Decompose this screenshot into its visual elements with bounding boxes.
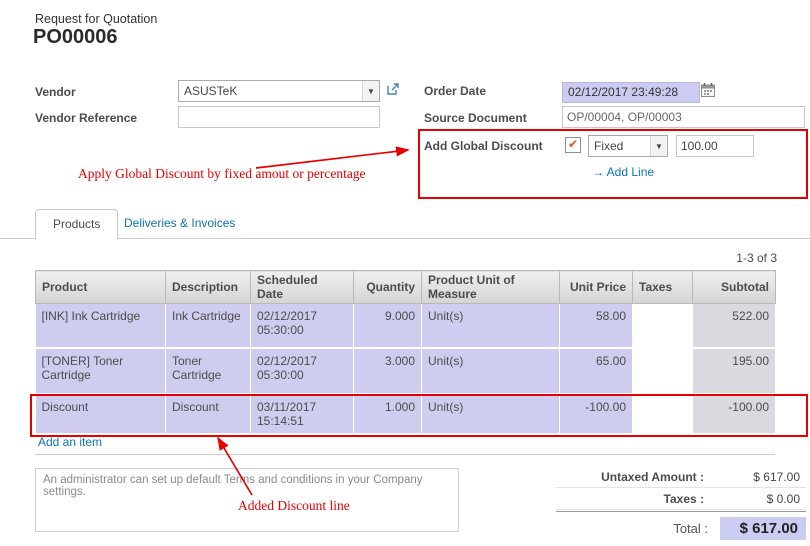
totals-panel: Untaxed Amount : $ 617.00 Taxes : $ 0.00… (556, 466, 806, 544)
global-discount-checkbox[interactable]: ✔ (565, 137, 581, 153)
cell-quantity[interactable]: 1.000 (354, 394, 422, 434)
vendor-reference-input[interactable] (178, 106, 380, 128)
annotation-text-global-discount: Apply Global Discount by fixed amout or … (78, 166, 366, 182)
cell-product[interactable]: [TONER] Toner Cartridge (36, 348, 166, 394)
check-icon: ✔ (568, 137, 578, 151)
total-row: Total : $ 617.00 (556, 511, 806, 544)
chevron-down-icon: ▼ (650, 136, 667, 156)
col-scheduled-date[interactable]: Scheduled Date (251, 271, 354, 304)
order-lines-table: Product Description Scheduled Date Quant… (35, 270, 776, 435)
chevron-down-icon: ▼ (362, 81, 379, 101)
cell-uom[interactable]: Unit(s) (422, 394, 560, 434)
add-an-item-link[interactable]: Add an item (38, 435, 102, 449)
cell-scheduled-date[interactable]: 02/12/2017 05:30:00 (251, 348, 354, 394)
discount-amount-input[interactable] (676, 135, 754, 157)
table-row-discount[interactable]: Discount Discount 03/11/2017 15:14:51 1.… (36, 394, 776, 434)
cell-taxes[interactable] (633, 304, 693, 348)
cell-subtotal[interactable]: 195.00 (693, 348, 776, 394)
global-discount-label: Add Global Discount (424, 139, 543, 153)
source-document-input[interactable] (562, 106, 805, 128)
discount-type-value: Fixed (589, 139, 650, 153)
cell-quantity[interactable]: 9.000 (354, 304, 422, 348)
table-row[interactable]: [INK] Ink Cartridge Ink Cartridge 02/12/… (36, 304, 776, 348)
col-uom[interactable]: Product Unit of Measure (422, 271, 560, 304)
cell-unit-price[interactable]: -100.00 (560, 394, 633, 434)
col-quantity[interactable]: Quantity (354, 271, 422, 304)
add-line-label: Add Line (607, 165, 654, 179)
untaxed-row: Untaxed Amount : $ 617.00 (556, 466, 806, 488)
cell-scheduled-date[interactable]: 02/12/2017 05:30:00 (251, 304, 354, 348)
taxes-label: Taxes : (556, 492, 716, 506)
table-header-row: Product Description Scheduled Date Quant… (36, 271, 776, 304)
col-product[interactable]: Product (36, 271, 166, 304)
cell-uom[interactable]: Unit(s) (422, 348, 560, 394)
total-label: Total : (556, 521, 720, 536)
table-row[interactable]: [TONER] Toner Cartridge Toner Cartridge … (36, 348, 776, 394)
tab-divider (0, 238, 810, 239)
total-value: $ 617.00 (720, 517, 806, 540)
cell-unit-price[interactable]: 65.00 (560, 348, 633, 394)
col-taxes[interactable]: Taxes (633, 271, 693, 304)
vendor-label: Vendor (35, 85, 76, 99)
cell-description[interactable]: Toner Cartridge (166, 348, 251, 394)
cell-taxes[interactable] (633, 394, 693, 434)
cell-product[interactable]: [INK] Ink Cartridge (36, 304, 166, 348)
request-for-quotation-page: Request for Quotation PO00006 Vendor ASU… (0, 0, 810, 546)
cell-description[interactable]: Ink Cartridge (166, 304, 251, 348)
pager[interactable]: 1-3 of 3 (736, 251, 777, 265)
untaxed-amount-value: $ 617.00 (716, 470, 806, 484)
vendor-reference-label: Vendor Reference (35, 111, 137, 125)
cell-subtotal[interactable]: 522.00 (693, 304, 776, 348)
taxes-row: Taxes : $ 0.00 (556, 488, 806, 510)
add-line-link[interactable]: → Add Line (592, 165, 654, 179)
breadcrumb: Request for Quotation (35, 12, 157, 26)
add-item-row: Add an item (35, 430, 775, 455)
taxes-value: $ 0.00 (716, 492, 806, 506)
cell-description[interactable]: Discount (166, 394, 251, 434)
vendor-select-value: ASUSTeK (179, 84, 362, 98)
page-title: PO00006 (33, 26, 118, 49)
add-line-arrow-icon: → (592, 165, 604, 179)
order-date-input[interactable]: 02/12/2017 23:49:28 (562, 82, 700, 103)
cell-product[interactable]: Discount (36, 394, 166, 434)
cell-uom[interactable]: Unit(s) (422, 304, 560, 348)
calendar-icon[interactable] (700, 82, 716, 98)
cell-quantity[interactable]: 3.000 (354, 348, 422, 394)
discount-type-select[interactable]: Fixed ▼ (588, 135, 668, 157)
col-subtotal[interactable]: Subtotal (693, 271, 776, 304)
cell-unit-price[interactable]: 58.00 (560, 304, 633, 348)
external-link-icon[interactable] (386, 82, 400, 96)
cell-taxes[interactable] (633, 348, 693, 394)
tab-deliveries-invoices[interactable]: Deliveries & Invoices (124, 216, 235, 230)
cell-scheduled-date[interactable]: 03/11/2017 15:14:51 (251, 394, 354, 434)
col-unit-price[interactable]: Unit Price (560, 271, 633, 304)
annotation-arrow-global-discount (256, 150, 408, 168)
source-document-label: Source Document (424, 111, 527, 125)
order-date-label: Order Date (424, 84, 486, 98)
cell-subtotal[interactable]: -100.00 (693, 394, 776, 434)
tab-products[interactable]: Products (35, 209, 118, 240)
col-description[interactable]: Description (166, 271, 251, 304)
vendor-select[interactable]: ASUSTeK ▼ (178, 80, 380, 102)
terms-conditions-textarea[interactable]: An administrator can set up default Term… (35, 468, 459, 532)
untaxed-amount-label: Untaxed Amount : (556, 470, 716, 484)
